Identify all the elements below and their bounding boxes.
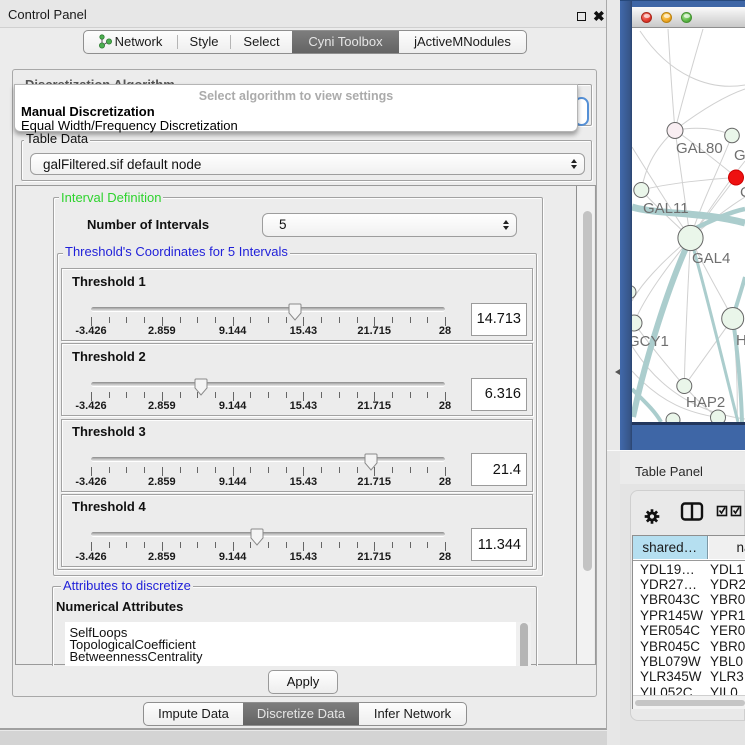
svg-text:GAL4: GAL4 (692, 250, 730, 267)
svg-text:GAL11: GAL11 (643, 200, 689, 217)
svg-text:HA: HA (736, 332, 745, 349)
svg-text:GCY1: GCY1 (632, 333, 669, 350)
svg-text:C: C (740, 184, 745, 201)
svg-text:GA: GA (734, 147, 745, 164)
svg-text:GAL80: GAL80 (676, 140, 723, 157)
svg-text:HAP2: HAP2 (686, 394, 725, 411)
